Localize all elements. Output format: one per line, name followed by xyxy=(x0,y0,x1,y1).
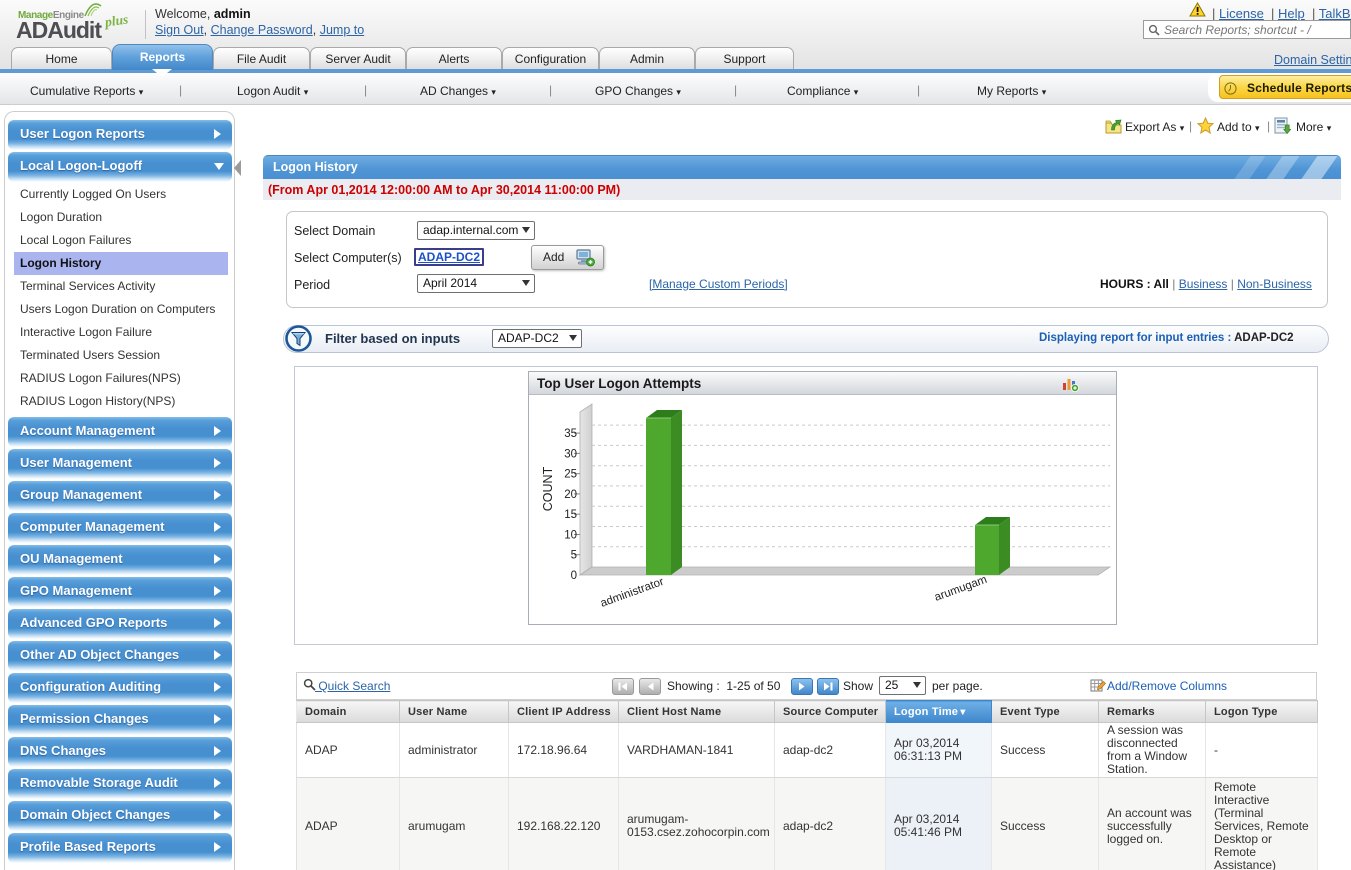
svg-text:30: 30 xyxy=(564,448,577,460)
svg-text:0: 0 xyxy=(571,570,577,582)
svg-text:20: 20 xyxy=(564,489,577,501)
svg-text:25: 25 xyxy=(564,469,577,481)
svg-text:COUNT: COUNT xyxy=(541,466,555,511)
svg-text:35: 35 xyxy=(564,428,577,440)
svg-text:10: 10 xyxy=(564,530,577,542)
svg-text:Top User Logon Attempts: Top User Logon Attempts xyxy=(537,376,701,391)
svg-text:15: 15 xyxy=(564,509,577,521)
svg-text:5: 5 xyxy=(571,550,577,562)
